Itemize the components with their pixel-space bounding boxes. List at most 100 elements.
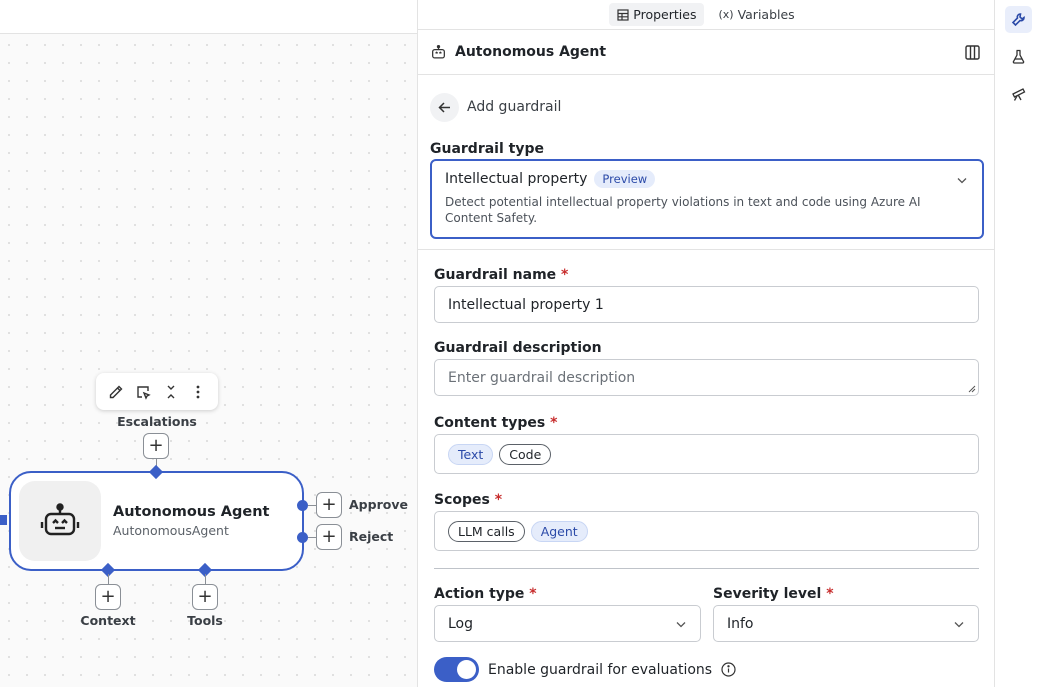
- preview-badge: Preview: [594, 170, 656, 188]
- tab-label: Properties: [633, 7, 697, 22]
- guardrail-name-label: Guardrail name: [434, 267, 557, 283]
- robot-icon: [432, 44, 445, 59]
- back-button[interactable]: [430, 92, 459, 122]
- enable-eval-row: Enable guardrail for evaluations: [434, 657, 736, 682]
- canvas-topbar: [0, 0, 417, 34]
- panel-title: Autonomous Agent: [455, 44, 607, 60]
- flask-icon: [1012, 49, 1025, 64]
- explore-tool-button[interactable]: [1005, 80, 1032, 107]
- guardrail-type-label: Guardrail type: [430, 141, 544, 157]
- chevron-down-icon: [676, 621, 686, 627]
- agent-icon-box: [19, 481, 101, 561]
- back-label: Add guardrail: [467, 99, 562, 115]
- guardrail-type-select[interactable]: Intellectual property Preview Detect pot…: [430, 159, 984, 239]
- severity-level-select[interactable]: Info: [713, 605, 979, 642]
- scopes-chips: LLM calls Agent: [434, 511, 979, 551]
- severity-level-label: Severity level: [713, 586, 822, 602]
- connector-line: [308, 505, 316, 506]
- add-tools-button[interactable]: +: [192, 584, 218, 610]
- required-marker: *: [550, 415, 558, 431]
- guardrail-description-field: Guardrail description Enter guardrail de…: [434, 340, 979, 396]
- test-tool-button[interactable]: [1005, 43, 1032, 70]
- info-icon[interactable]: [721, 662, 736, 677]
- escalations-label: Escalations: [117, 414, 197, 429]
- approve-handle[interactable]: [297, 500, 308, 511]
- plus-icon: +: [100, 586, 116, 607]
- tab-label: Variables: [737, 7, 795, 22]
- add-context-button[interactable]: +: [95, 584, 121, 610]
- cursor-box-icon: [137, 385, 151, 400]
- severity-level-field: Severity level * Info: [713, 586, 979, 642]
- reject-handle[interactable]: [297, 532, 308, 543]
- chip-text[interactable]: Text: [448, 443, 494, 465]
- select-button[interactable]: [131, 380, 155, 404]
- table-icon: [617, 8, 629, 21]
- telescope-icon: [1011, 87, 1025, 101]
- add-reject-button[interactable]: +: [316, 524, 342, 550]
- content-types-field: Content types * Text Code: [434, 415, 979, 474]
- guardrail-description-label: Guardrail description: [434, 340, 602, 356]
- node-toolbar: [96, 373, 218, 410]
- required-marker: *: [561, 267, 569, 283]
- chevron-down-icon: [957, 178, 967, 184]
- scopes-field: Scopes * LLM calls Agent: [434, 492, 979, 551]
- tab-variables[interactable]: (x) Variables: [710, 3, 802, 26]
- panel-header: Autonomous Agent: [418, 30, 994, 75]
- toggle-layout-button[interactable]: [962, 42, 982, 62]
- chip-agent[interactable]: Agent: [530, 520, 588, 542]
- arrow-left-icon: [438, 101, 450, 113]
- collapse-button[interactable]: [159, 380, 183, 404]
- required-marker: *: [494, 492, 503, 508]
- panel-tabs: Properties (x) Variables: [418, 0, 994, 30]
- tab-properties[interactable]: Properties: [609, 3, 705, 26]
- chip-llm-calls[interactable]: LLM calls: [448, 520, 525, 542]
- action-type-value: Log: [448, 615, 474, 632]
- plus-icon: +: [148, 435, 164, 456]
- pencil-icon: [109, 385, 123, 398]
- guardrail-description-input[interactable]: Enter guardrail description: [434, 359, 979, 396]
- agent-node-subtitle: AutonomousAgent: [113, 523, 229, 538]
- properties-panel: Properties (x) Variables Autonomous Agen…: [417, 0, 995, 687]
- guardrail-name-input[interactable]: Intellectual property 1: [434, 286, 979, 323]
- reject-label: Reject: [349, 529, 394, 544]
- variable-icon: (x): [718, 8, 734, 21]
- severity-level-value: Info: [727, 615, 754, 632]
- agent-node[interactable]: Autonomous Agent AutonomousAgent: [9, 471, 304, 571]
- wrench-icon: [1011, 13, 1025, 27]
- properties-tool-button[interactable]: [1005, 6, 1032, 33]
- connector-line: [308, 537, 316, 538]
- action-type-label: Action type: [434, 586, 525, 602]
- required-marker: *: [529, 586, 537, 602]
- content-types-chips: Text Code: [434, 434, 979, 474]
- required-marker: *: [826, 586, 834, 602]
- kebab-icon: [196, 385, 200, 398]
- divider: [418, 249, 995, 250]
- columns-icon: [964, 44, 980, 60]
- agent-node-title: Autonomous Agent: [113, 504, 270, 520]
- add-approve-button[interactable]: +: [316, 492, 342, 518]
- action-type-field: Action type * Log: [434, 586, 701, 642]
- chip-code[interactable]: Code: [499, 443, 552, 465]
- back-row: Add guardrail: [418, 75, 994, 127]
- workflow-canvas[interactable]: Escalations + Autonomous Agent Autonomou…: [0, 0, 417, 687]
- resize-handle-icon[interactable]: [968, 385, 976, 393]
- action-type-select[interactable]: Log: [434, 605, 701, 642]
- input-handle[interactable]: [0, 515, 7, 525]
- more-button[interactable]: [186, 380, 210, 404]
- guardrail-type-field: Guardrail type Intellectual property Pre…: [430, 141, 984, 239]
- enable-eval-toggle[interactable]: [434, 657, 479, 682]
- collapse-icon: [167, 385, 175, 398]
- plus-icon: +: [321, 526, 337, 547]
- right-rail: [995, 0, 1038, 687]
- guardrail-type-value: Intellectual property: [445, 171, 588, 187]
- divider: [434, 568, 979, 569]
- plus-icon: +: [197, 586, 213, 607]
- guardrail-name-field: Guardrail name * Intellectual property 1: [434, 267, 979, 323]
- tools-label: Tools: [187, 613, 223, 628]
- connector-line: [205, 574, 206, 584]
- add-escalation-button[interactable]: +: [143, 433, 169, 459]
- chevron-down-icon: [954, 621, 964, 627]
- approve-label: Approve: [349, 497, 408, 512]
- guardrail-type-description: Detect potential intellectual property v…: [445, 195, 921, 226]
- edit-button[interactable]: [104, 380, 128, 404]
